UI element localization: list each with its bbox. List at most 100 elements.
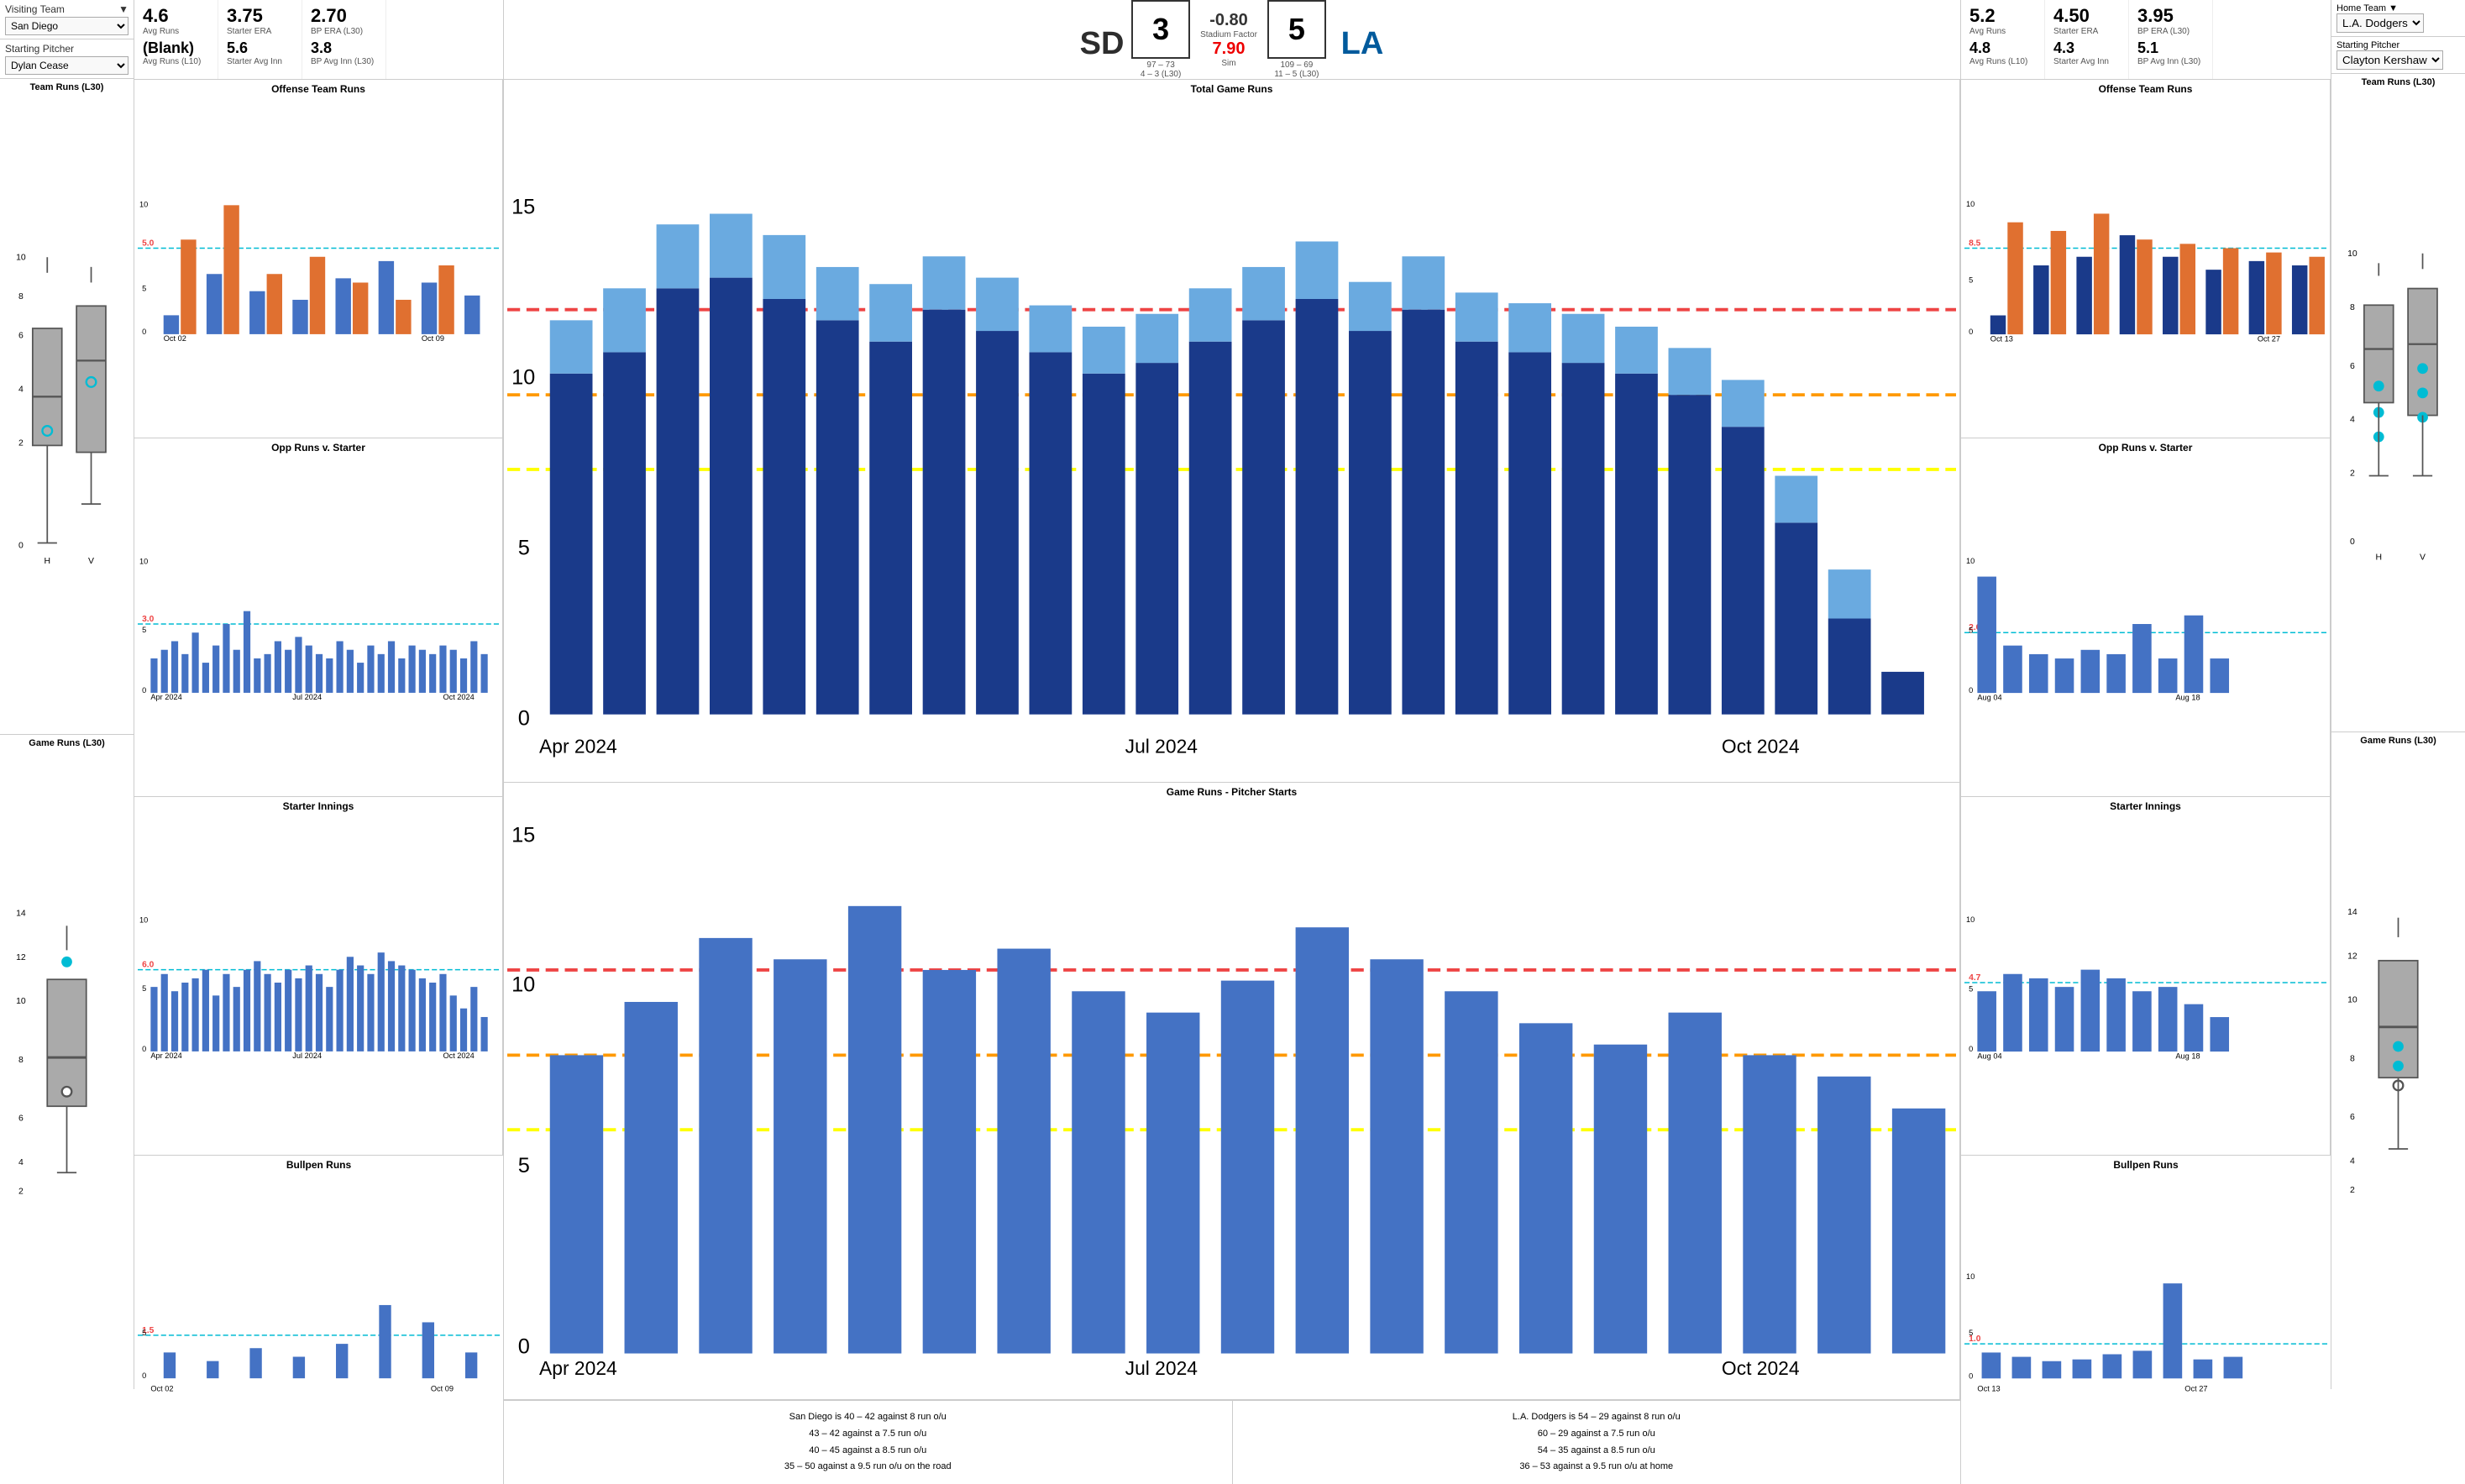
svg-text:4: 4: [2350, 416, 2355, 425]
svg-text:5: 5: [1969, 276, 1973, 285]
svg-text:0: 0: [18, 541, 24, 550]
svg-text:5: 5: [1969, 1329, 1973, 1337]
svg-text:5: 5: [1969, 626, 1973, 634]
visiting-starter-innings-chart: Starter Innings 6.0: [134, 797, 503, 1156]
svg-text:5: 5: [142, 1329, 146, 1337]
svg-text:Oct 09: Oct 09: [422, 334, 444, 343]
svg-text:V: V: [2420, 553, 2426, 562]
center-area: 4.6 Avg Runs (Blank) Avg Runs (L10) 3.75…: [134, 0, 2331, 1389]
svg-text:6: 6: [18, 332, 24, 341]
home-team-section: Home Team ▼ L.A. Dodgers: [2331, 0, 2465, 37]
svg-text:0: 0: [1969, 686, 1973, 695]
svg-text:0: 0: [142, 1371, 146, 1380]
svg-text:15: 15: [511, 196, 535, 219]
right-panel: Home Team ▼ L.A. Dodgers Starting Pitche…: [2331, 0, 2465, 1389]
svg-text:6: 6: [18, 1114, 24, 1123]
home-team-runs-chart: Team Runs (L30) 10 8 6 4 2 0 H: [2331, 74, 2465, 732]
home-starter-innings-svg: 4.7 0 5 10 Aug 04: [1964, 814, 2326, 1151]
svg-text:10: 10: [2347, 249, 2357, 259]
svg-text:Oct 2024: Oct 2024: [1722, 735, 1800, 757]
svg-text:Oct 2024: Oct 2024: [443, 1051, 474, 1060]
visiting-score-box: 3: [1131, 0, 1190, 59]
visiting-game-runs-chart: Game Runs (L30) 14 12 10 8 6 4 2: [0, 735, 134, 1390]
svg-text:10: 10: [16, 997, 26, 1006]
svg-text:12: 12: [2347, 952, 2357, 961]
svg-text:12: 12: [16, 952, 26, 962]
home-notes: L.A. Dodgers is 54 – 29 against 8 run o/…: [1233, 1401, 1961, 1484]
game-runs-pitcher-chart: Game Runs - Pitcher Starts: [504, 783, 1960, 1400]
visiting-team-select[interactable]: San Diego: [5, 17, 128, 35]
score-center: SD 3 97 – 73 4 – 3 (L30) -0.80 Stadium F…: [504, 0, 1961, 79]
home-stats: 5.2 Avg Runs 4.8 Avg Runs (L10) 4.50 Sta…: [1961, 0, 2331, 79]
svg-text:Oct 13: Oct 13: [1990, 334, 2013, 343]
svg-text:10: 10: [511, 365, 535, 389]
left-panel: Visiting Team ▼ San Diego Starting Pitch…: [0, 0, 134, 1389]
svg-text:0: 0: [1969, 1371, 1973, 1380]
svg-text:10: 10: [1966, 915, 1975, 924]
svg-text:Oct 2024: Oct 2024: [1722, 1357, 1800, 1379]
home-pitcher-select[interactable]: Clayton Kershaw: [2337, 50, 2443, 70]
visiting-bp-era-block: 2.70 BP ERA (L30) 3.8 BP Avg Inn (L30): [302, 0, 386, 79]
svg-text:10: 10: [139, 915, 148, 924]
svg-text:8: 8: [18, 1055, 24, 1064]
home-game-runs-svg: 14 12 10 8 6 4 2: [2335, 746, 2462, 1387]
svg-text:2: 2: [2350, 469, 2355, 479]
svg-text:3.0: 3.0: [142, 615, 155, 624]
visiting-bullpen-chart: Bullpen Runs 1.5 0 5: [134, 1156, 503, 1484]
svg-text:Apr 2024: Apr 2024: [539, 1357, 617, 1379]
svg-text:10: 10: [1966, 200, 1975, 208]
visiting-offense-svg: 5.0: [138, 97, 499, 434]
svg-text:Apr 2024: Apr 2024: [150, 693, 181, 701]
svg-text:Apr 2024: Apr 2024: [150, 1051, 181, 1060]
visiting-notes: San Diego is 40 – 42 against 8 run o/u 4…: [504, 1401, 1233, 1484]
home-bullpen-svg: 1.0 0 5 10 Oct 13 Oct 2: [1964, 1172, 2327, 1481]
visiting-game-runs-svg: 14 12 10 8 6 4 2: [3, 748, 130, 1387]
svg-text:Jul 2024: Jul 2024: [292, 1051, 322, 1060]
svg-text:0: 0: [2350, 537, 2355, 547]
visiting-stats: 4.6 Avg Runs (Blank) Avg Runs (L10) 3.75…: [134, 0, 504, 79]
svg-text:Aug 18: Aug 18: [2175, 693, 2200, 701]
total-game-runs-chart: Total Game Runs: [504, 80, 1960, 783]
visiting-pitcher-select[interactable]: Dylan Cease: [5, 56, 128, 75]
svg-text:H: H: [2375, 553, 2382, 562]
home-starter-innings-chart: Starter Innings 4.7 0: [1961, 797, 2331, 1156]
home-team-select[interactable]: L.A. Dodgers: [2337, 13, 2424, 33]
svg-text:10: 10: [2347, 995, 2357, 1004]
svg-text:5.0: 5.0: [142, 239, 155, 248]
charts-area: Offense Team Runs 5.0: [134, 80, 2331, 1484]
svg-text:0: 0: [518, 706, 530, 730]
svg-text:4: 4: [2350, 1156, 2355, 1166]
home-pitcher-label: Starting Pitcher: [2337, 40, 2460, 50]
home-team-label: Home Team ▼: [2337, 3, 2460, 13]
svg-text:Oct 27: Oct 27: [2258, 334, 2280, 343]
svg-text:10: 10: [139, 200, 148, 208]
svg-text:14: 14: [2347, 908, 2357, 917]
visiting-pitcher-section: Starting Pitcher Dylan Cease: [0, 39, 134, 79]
svg-text:5: 5: [518, 536, 530, 559]
visiting-dropdown-arrow: ▼: [118, 3, 128, 15]
home-dropdown-arrow: ▼: [2389, 3, 2398, 13]
home-offense-chart: Offense Team Runs 8.5: [1961, 80, 2331, 438]
svg-text:Aug 04: Aug 04: [1977, 1051, 2001, 1060]
svg-text:6: 6: [2350, 1113, 2355, 1122]
svg-text:4: 4: [18, 385, 24, 395]
visiting-avg-runs-block: 4.6 Avg Runs (Blank) Avg Runs (L10): [134, 0, 218, 79]
visiting-bullpen-svg: 1.5 0 5 Oct 02 Oct 09: [138, 1172, 500, 1481]
svg-text:6.0: 6.0: [142, 961, 155, 970]
home-opp-runs-svg: 2.0 0 5 10 Aug 04: [1964, 455, 2326, 793]
game-runs-pitcher-svg: 0 5 10 15 Apr 2024 Jul 2024 Oct 2024: [507, 800, 1956, 1396]
home-bullpen-chart: Bullpen Runs 1.0 0 5: [1961, 1156, 2331, 1484]
visiting-starter-era-block: 3.75 Starter ERA 5.6 Starter Avg Inn: [218, 0, 302, 79]
svg-text:0: 0: [142, 686, 146, 695]
visiting-team-section: Visiting Team ▼ San Diego: [0, 0, 134, 39]
svg-text:10: 10: [139, 557, 148, 565]
svg-text:5: 5: [142, 984, 146, 993]
svg-text:6: 6: [2350, 362, 2355, 371]
svg-text:8: 8: [18, 292, 24, 302]
svg-text:Oct 2024: Oct 2024: [443, 693, 474, 701]
svg-text:V: V: [88, 557, 94, 566]
svg-text:4.7: 4.7: [1969, 973, 1981, 983]
home-score-box: 5: [1267, 0, 1326, 59]
svg-text:Jul 2024: Jul 2024: [292, 693, 322, 701]
visiting-starter-innings-svg: 6.0: [138, 814, 499, 1151]
